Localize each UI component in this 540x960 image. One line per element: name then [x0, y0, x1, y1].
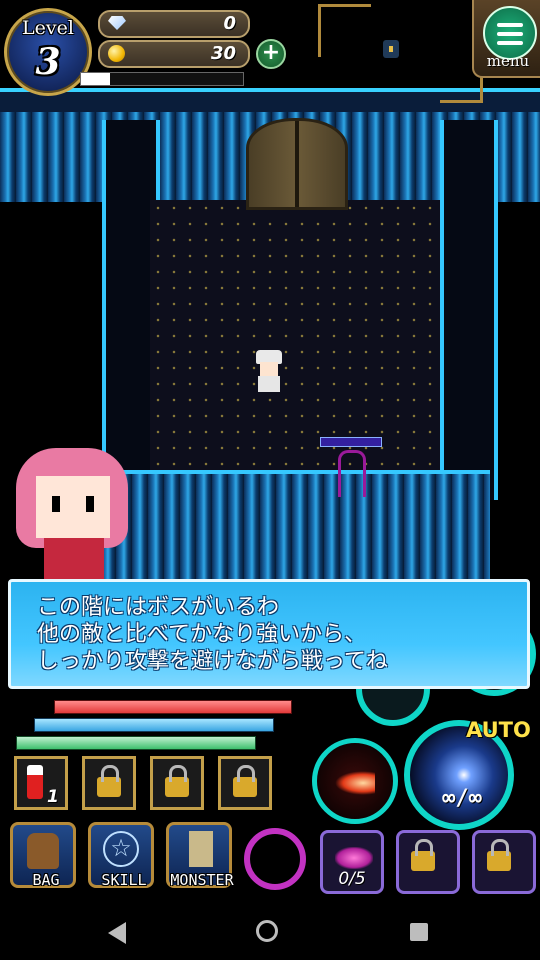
- empty-ring-slot[interactable]: [244, 828, 306, 890]
- boss-enemy[interactable]: [338, 450, 366, 497]
- skill-button[interactable]: ☆ SKILL: [88, 822, 154, 889]
- item-slot-potion[interactable]: 1: [14, 756, 68, 810]
- monster-icon: [189, 831, 213, 867]
- back-icon[interactable]: [108, 922, 126, 944]
- level-number: 3: [35, 41, 61, 83]
- dungeon-lower-wall: [100, 470, 490, 584]
- dungeon-right-wall: [440, 120, 498, 500]
- gem-icon: [108, 16, 126, 30]
- girl-face: [36, 476, 110, 538]
- dialog-line: しっかり攻撃を避けながら戦ってね: [37, 649, 388, 674]
- dialog-line: この階にはボスがいるわ: [37, 595, 280, 620]
- menu-button[interactable]: menu: [472, 0, 540, 78]
- minimap-frame-corner: [318, 4, 371, 57]
- player-face: [260, 362, 278, 376]
- add-currency-button[interactable]: +: [256, 39, 286, 69]
- guide-girl-portrait: [0, 446, 150, 586]
- ammo-count: ∞/∞: [442, 786, 482, 811]
- potion-count: 1: [47, 787, 59, 807]
- item-slot-locked[interactable]: [218, 756, 272, 810]
- exp-bar: [80, 72, 244, 86]
- coin-icon: [108, 45, 125, 62]
- system-nav-bar: [0, 906, 540, 960]
- dungeon-exit-door[interactable]: [246, 118, 348, 210]
- fireball-icon: [335, 771, 375, 795]
- dialog-box[interactable]: この階にはボスがいるわ 他の敵と比べてかなり強いから、 しっかり攻撃を避けながら…: [8, 579, 530, 689]
- coin-count: 30: [210, 43, 236, 64]
- stamina-bar: [16, 736, 256, 750]
- bag-label: BAG: [32, 871, 60, 889]
- exp-bar-fill: [81, 73, 111, 85]
- skill-slot-locked[interactable]: [472, 830, 536, 894]
- skill-uses: 0/5: [338, 869, 366, 889]
- skill-label: SKILL: [101, 871, 147, 889]
- boss-hp-bar: [320, 437, 382, 447]
- dungeon-floor[interactable]: [150, 200, 440, 470]
- mp-bar: [34, 718, 274, 732]
- gem-counter: 0: [98, 10, 250, 38]
- recent-apps-icon[interactable]: [410, 923, 428, 941]
- player-character: [252, 350, 286, 394]
- potion-icon: [27, 765, 43, 799]
- skill-slot-locked[interactable]: [396, 830, 460, 894]
- girl-eye: [52, 496, 60, 512]
- player-body: [258, 376, 280, 392]
- pentagram-icon: ☆: [103, 831, 139, 867]
- item-slot-locked[interactable]: [150, 756, 204, 810]
- menu-label: menu: [486, 52, 530, 70]
- auto-toggle[interactable]: AUTO: [466, 718, 531, 742]
- bag-button[interactable]: BAG: [10, 822, 76, 889]
- level-badge: Level 3: [4, 8, 92, 96]
- fire-skill-button[interactable]: [312, 738, 398, 824]
- minimap-lock-icon: [383, 40, 399, 58]
- bag-icon: [27, 833, 59, 869]
- skill-slot-active[interactable]: 0/5: [320, 830, 384, 894]
- gem-count: 0: [223, 13, 236, 34]
- dialog-line: 他の敵と比べてかなり強いから、: [37, 622, 367, 647]
- girl-eye: [86, 496, 94, 512]
- coin-counter: 30: [98, 40, 250, 68]
- monster-button[interactable]: MONSTER: [166, 822, 234, 889]
- level-label: Level: [22, 17, 74, 39]
- magic-skill-icon: [335, 847, 373, 869]
- hp-bar: [54, 700, 292, 714]
- item-slot-locked[interactable]: [82, 756, 136, 810]
- home-icon[interactable]: [256, 920, 278, 942]
- monster-label: MONSTER: [170, 871, 234, 889]
